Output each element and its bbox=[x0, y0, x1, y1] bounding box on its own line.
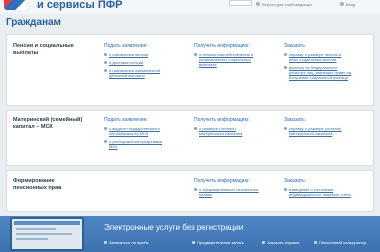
info-column: Получить информацию: о размере (остатке)… bbox=[194, 117, 278, 139]
login-link[interactable]: Вход bbox=[340, 0, 355, 8]
order-column: Заказать: справку о размере (остатке) ма… bbox=[284, 117, 372, 139]
bullet-icon bbox=[104, 140, 107, 143]
service-row-pensions: Пенсии и социальные выплаты Подать заявл… bbox=[6, 34, 374, 106]
monitor-line bbox=[16, 238, 48, 240]
list-item[interactable]: о пенсионном обеспечении и установленных… bbox=[194, 52, 278, 67]
list-item[interactable]: о сформированных пенсионных правах bbox=[194, 187, 278, 197]
apply-column: Подать заявление: о назначении пенсии о … bbox=[104, 43, 186, 81]
info-column: Получить информацию: о пенсионном обеспе… bbox=[194, 43, 278, 70]
list-item[interactable]: о распоряжении средствами МСК bbox=[104, 139, 186, 149]
list-item[interactable]: справку о размере пенсии и иных социальн… bbox=[284, 52, 372, 62]
order-column: Заказать: извещение о состоянии индивиду… bbox=[284, 178, 372, 200]
pension-calculator-link[interactable]: Пенсионный калькулятор bbox=[314, 240, 366, 245]
column-heading: Подать заявление: bbox=[104, 43, 148, 49]
order-certificates-link[interactable]: Заказать справки bbox=[262, 240, 299, 245]
monitor-header bbox=[14, 221, 80, 225]
bullet-icon bbox=[104, 127, 107, 130]
bullet-icon bbox=[284, 188, 287, 191]
list-item[interactable]: справку о размере (остатке) материнского… bbox=[284, 126, 372, 136]
login-label: Вход bbox=[346, 1, 356, 7]
list-item[interactable]: о назначении пенсии bbox=[104, 52, 186, 57]
bullet-icon bbox=[104, 61, 107, 64]
accessibility-link[interactable]: Версия для слабовидящих bbox=[256, 0, 312, 8]
column-heading: Подать заявление: bbox=[104, 117, 148, 123]
monitor-illustration bbox=[10, 217, 84, 251]
site-header: и сервисы ПФР Версия для слабовидящих Вх… bbox=[0, 0, 380, 14]
accessibility-label: Версия для слабовидящих bbox=[262, 1, 313, 7]
bullet-icon bbox=[194, 53, 197, 56]
pfr-logo[interactable] bbox=[4, 0, 26, 10]
monitor-line bbox=[16, 228, 56, 230]
monitor-line bbox=[16, 233, 72, 235]
bullet-icon bbox=[192, 241, 195, 244]
order-column: Заказать: справку о размере пенсии и ины… bbox=[284, 43, 372, 83]
column-heading: Заказать: bbox=[284, 43, 307, 49]
column-heading: Получить информацию: bbox=[194, 117, 250, 123]
site-title: и сервисы ПФР bbox=[37, 0, 123, 11]
info-column: Получить информацию: о сформированных пе… bbox=[194, 178, 278, 200]
list-item[interactable]: о назначении ежемесячной денежной выплат… bbox=[104, 68, 186, 78]
bullet-icon bbox=[194, 188, 197, 191]
search-box[interactable] bbox=[229, 0, 252, 6]
bullet-icon bbox=[284, 66, 287, 69]
appointment-link[interactable]: Записаться на приём bbox=[104, 240, 149, 245]
list-item[interactable]: извещение о состоянии индивидуального ли… bbox=[284, 187, 372, 197]
column-heading: Получить информацию: bbox=[194, 178, 250, 184]
bullet-icon bbox=[284, 53, 287, 56]
service-row-maternity-capital: Материнский (семейный) капитал – МСК Под… bbox=[6, 110, 374, 166]
bullet-icon bbox=[314, 241, 317, 244]
banner-title: Электронные услуги без регистрации bbox=[104, 223, 244, 232]
column-heading: Получить информацию: bbox=[194, 43, 250, 49]
row-title: Пенсии и социальные выплаты bbox=[13, 43, 74, 56]
bullet-icon bbox=[194, 127, 197, 130]
login-icon bbox=[340, 2, 344, 6]
section-title: Гражданам bbox=[6, 17, 61, 28]
e-services-banner: Электронные услуги без регистрации Запис… bbox=[0, 216, 380, 252]
bullet-icon bbox=[104, 53, 107, 56]
eye-icon bbox=[256, 2, 260, 6]
column-heading: Заказать: bbox=[284, 178, 307, 184]
row-title: Материнский (семейный) капитал – МСК bbox=[13, 117, 83, 130]
list-item[interactable]: о размере (остатке) материнского капитал… bbox=[194, 126, 278, 136]
column-heading: Заказать: bbox=[284, 117, 307, 123]
bullet-icon bbox=[104, 241, 107, 244]
row-title: Формирование пенсионных прав bbox=[13, 178, 62, 191]
list-item[interactable]: о выдаче государственного сертификата на… bbox=[104, 126, 186, 136]
list-item[interactable]: о доставке пенсии bbox=[104, 60, 186, 65]
list-item[interactable]: выписку из Федерального регистра лиц, им… bbox=[284, 65, 372, 80]
pre-registration-link[interactable]: Предварительная запись bbox=[192, 240, 244, 245]
bullet-icon bbox=[104, 69, 107, 72]
bullet-icon bbox=[262, 241, 265, 244]
apply-column: Подать заявление: о выдаче государственн… bbox=[104, 117, 186, 152]
bullet-icon bbox=[284, 127, 287, 130]
service-row-pension-rights: Формирование пенсионных прав Получить ин… bbox=[6, 170, 374, 212]
